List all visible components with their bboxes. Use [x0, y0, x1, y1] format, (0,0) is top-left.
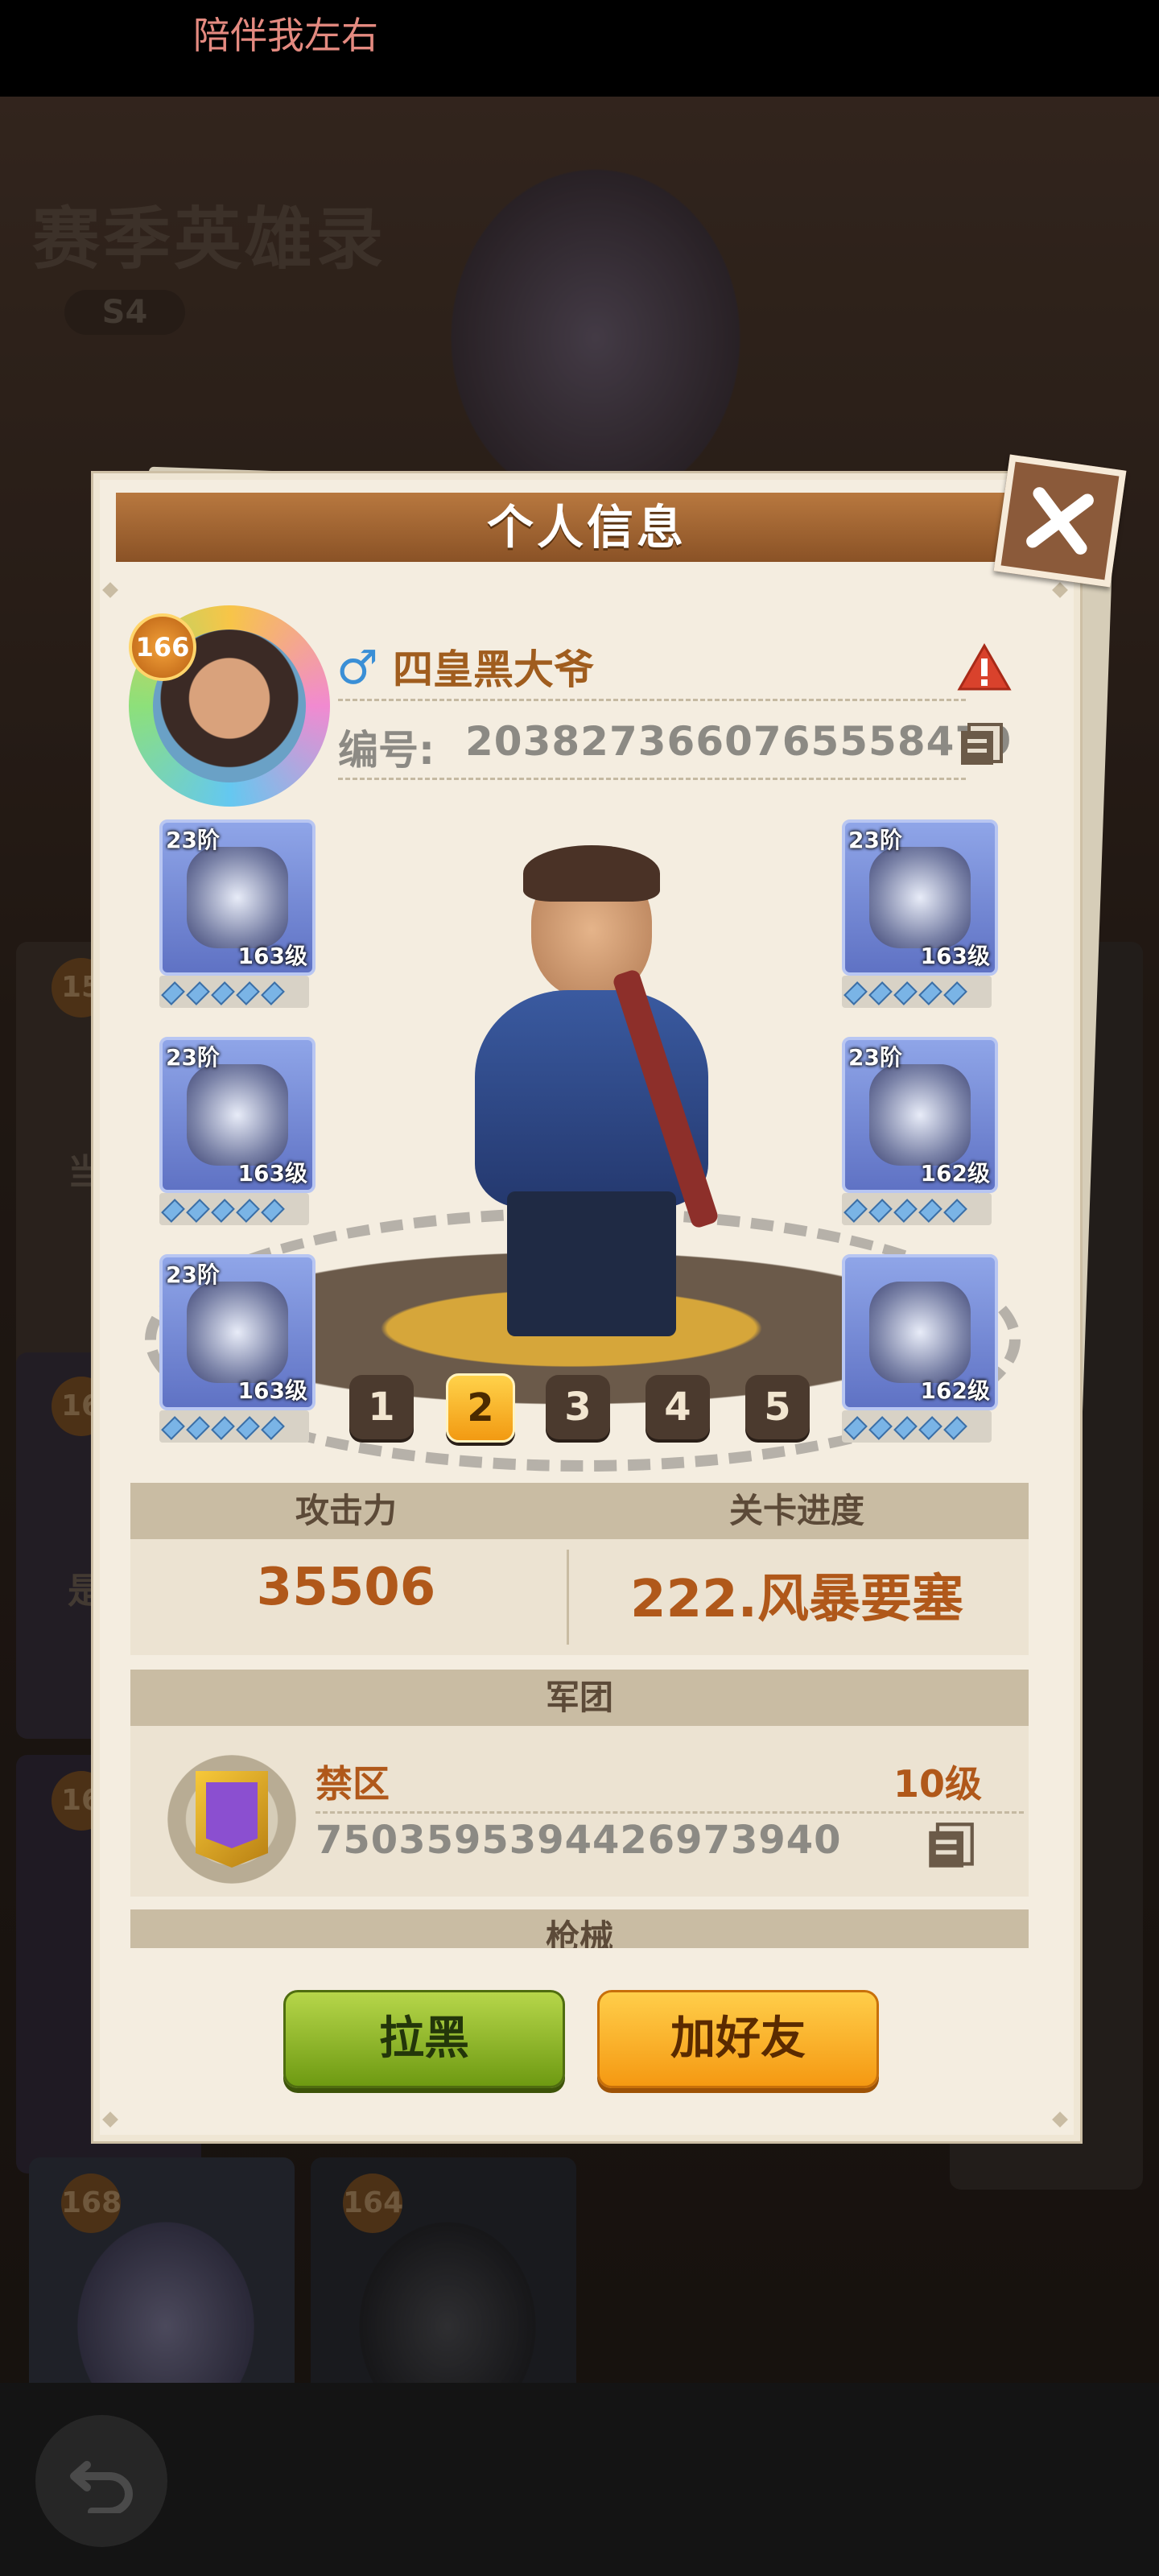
- page-button-2[interactable]: 2: [446, 1373, 515, 1443]
- back-button[interactable]: [35, 2415, 167, 2547]
- hero-character: [410, 837, 773, 1352]
- copy-id-icon[interactable]: [958, 721, 1004, 768]
- equipment-level: 163级: [237, 1377, 307, 1404]
- equipment-icon: [869, 1282, 971, 1383]
- close-icon: [1026, 487, 1094, 555]
- back-arrow-icon: [70, 2461, 133, 2513]
- equipment-level: 163级: [920, 943, 990, 969]
- equipment-gems: [842, 1193, 992, 1225]
- equipment-gems: [159, 1193, 309, 1225]
- attack-value: 35506: [256, 1558, 436, 1617]
- page-button-1[interactable]: 1: [349, 1375, 414, 1439]
- corner-ornament: [102, 2112, 118, 2128]
- player-avatar[interactable]: 166: [129, 605, 330, 807]
- page-button-4[interactable]: 4: [645, 1375, 710, 1439]
- player-id-label: 编号:: [338, 727, 435, 774]
- bottom-bar: [0, 2383, 1159, 2576]
- player-level-badge: 166: [129, 613, 196, 681]
- equipment-tier: 23阶: [166, 1044, 220, 1071]
- gender-male-icon: ♂: [336, 640, 378, 695]
- equipment-level: 163级: [237, 943, 307, 969]
- legion-id: 7503595394426973940: [316, 1818, 842, 1863]
- divider: [316, 1811, 1024, 1814]
- equipment-icon: [187, 847, 288, 948]
- copy-legion-id-icon[interactable]: [926, 1821, 975, 1871]
- equipment-gems: [159, 976, 309, 1008]
- divider: [338, 699, 966, 701]
- equipment-slot[interactable]: 23阶 163级: [159, 819, 316, 976]
- page-button-3[interactable]: 3: [546, 1375, 610, 1439]
- equipment-icon: [187, 1282, 288, 1383]
- stats-divider: [567, 1550, 569, 1645]
- modal-header: 个人信息: [116, 493, 1058, 562]
- status-bar: 陪伴我左右: [0, 0, 1159, 97]
- equipment-level: 163级: [237, 1160, 307, 1187]
- equipment-slot[interactable]: 23阶 162级: [842, 1037, 998, 1193]
- equipment-icon: [869, 847, 971, 948]
- player-name: 四皇黑大爷: [393, 646, 594, 693]
- corner-ornament: [102, 582, 118, 598]
- corner-ornament: [1052, 582, 1068, 598]
- report-warning-icon[interactable]: [956, 642, 1013, 694]
- equipment-tier: 23阶: [166, 1261, 220, 1288]
- hero-hair: [523, 845, 660, 902]
- equipment-gems: [159, 1410, 309, 1443]
- weapons-section: 枪械: [130, 1909, 1029, 1948]
- notification-text: 陪伴我左右: [193, 14, 378, 57]
- progress-label: 关卡进度: [728, 1491, 864, 1530]
- attack-label: 攻击力: [295, 1491, 397, 1530]
- equipment-tier: 23阶: [166, 827, 220, 853]
- equipment-level: 162级: [920, 1377, 990, 1404]
- add-friend-button[interactable]: 加好友: [597, 1990, 879, 2088]
- modal-title: 个人信息: [486, 500, 687, 555]
- equipment-icon: [187, 1064, 288, 1166]
- legion-level: 10级: [893, 1762, 983, 1806]
- hero-legs: [507, 1191, 676, 1336]
- equipment-slot[interactable]: 23阶 163级: [842, 819, 998, 976]
- equipment-level: 162级: [920, 1160, 990, 1187]
- equipment-gems: [842, 976, 992, 1008]
- equipment-gems: [842, 1410, 992, 1443]
- legion-emblem: [167, 1755, 296, 1884]
- block-button[interactable]: 拉黑: [283, 1990, 565, 2088]
- page-button-5[interactable]: 5: [745, 1375, 810, 1439]
- weapons-header: 枪械: [130, 1909, 1029, 1948]
- equipment-slot[interactable]: 23阶 163级: [159, 1254, 316, 1410]
- equipment-tier: 23阶: [848, 827, 902, 853]
- player-id-value: 2038273660765558479: [465, 718, 1013, 765]
- close-button[interactable]: [993, 454, 1127, 588]
- divider: [338, 778, 966, 780]
- equipment-slot[interactable]: 162级: [842, 1254, 998, 1410]
- legion-name: 禁区: [316, 1762, 390, 1806]
- legion-flag-inner: [206, 1782, 258, 1848]
- equipment-tier: 23阶: [848, 1044, 902, 1071]
- progress-value: 222.风暴要塞: [630, 1570, 963, 1629]
- corner-ornament: [1052, 2112, 1068, 2128]
- equipment-icon: [869, 1064, 971, 1166]
- equipment-slot[interactable]: 23阶 163级: [159, 1037, 316, 1193]
- legion-header: 军团: [130, 1670, 1029, 1726]
